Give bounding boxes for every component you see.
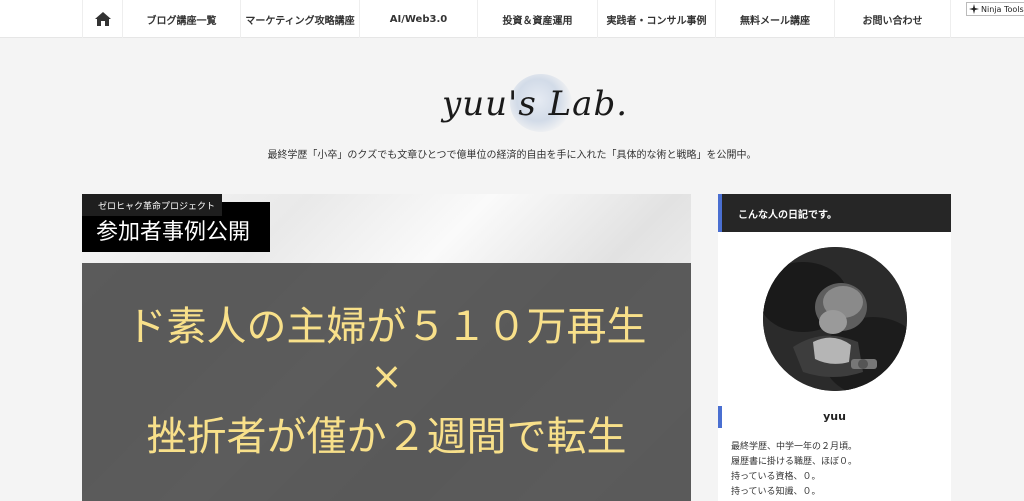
nav-home-button[interactable] [82,0,122,38]
sidebar-profile-widget: こんな人の日記です。 yuu 最終学歴、中学一年の２月頃。 履歴書に掛ける職歴、… [718,194,951,501]
top-navigation: ブログ講座一覧 マーケティング攻略講座 AI/Web3.0 投資＆資産運用 実践… [0,0,1024,38]
logo-text: yuu's Lab. [442,84,629,124]
site-logo[interactable]: yuu's Lab. [430,72,630,134]
nav-item-case-studies[interactable]: 実践者・コンサル事例 [597,0,715,38]
avatar-photo [763,247,907,391]
nav-menu: ブログ講座一覧 マーケティング攻略講座 AI/Web3.0 投資＆資産運用 実践… [82,0,951,38]
sidebar-heading: こんな人の日記です。 [718,194,951,232]
ninja-icon [969,4,979,14]
hero-banner[interactable]: 参加者事例公開 ゼロヒャク革命プロジェクト ド素人の主婦が５１０万再生 × 挫折… [82,194,691,501]
nav-item-free-email-course[interactable]: 無料メール講座 [715,0,834,38]
nav-item-contact[interactable]: お問い合わせ [834,0,951,38]
hero-headline-1: ド素人の主婦が５１０万再生 [126,304,647,350]
bio-line: 持っている資格、０。 [731,472,821,482]
ninja-tools-badge[interactable]: Ninja Tools [966,2,1024,16]
nav-item-ai-web3[interactable]: AI/Web3.0 [359,0,477,38]
avatar [763,247,907,391]
site-tagline: 最終学歴「小卒」のクズでも文章ひとつで億単位の経済的自由を手に入れた「具体的な術… [267,150,757,161]
bio-line: 持っている知識、０。 [731,487,821,497]
hero-cross: × [370,354,403,398]
nav-item-blog-courses[interactable]: ブログ講座一覧 [122,0,240,38]
profile-bio: 最終学歴、中学一年の２月頃。 履歴書に掛ける職歴、ほぼ０。 持っている資格、０。… [731,440,946,500]
bio-line: 最終学歴、中学一年の２月頃。 [731,442,858,452]
nav-item-investment[interactable]: 投資＆資産運用 [477,0,597,38]
nav-item-marketing[interactable]: マーケティング攻略講座 [240,0,359,38]
bio-line: 履歴書に掛ける職歴、ほぼ０。 [731,457,858,467]
profile-name: yuu [823,410,846,423]
hero-headline-2: 挫折者が僅か２週間で転生 [146,414,627,460]
home-icon [94,12,111,26]
ninja-tools-label: Ninja Tools [981,4,1024,14]
hero-category-badge[interactable]: ゼロヒャク革命プロジェクト [82,194,222,216]
